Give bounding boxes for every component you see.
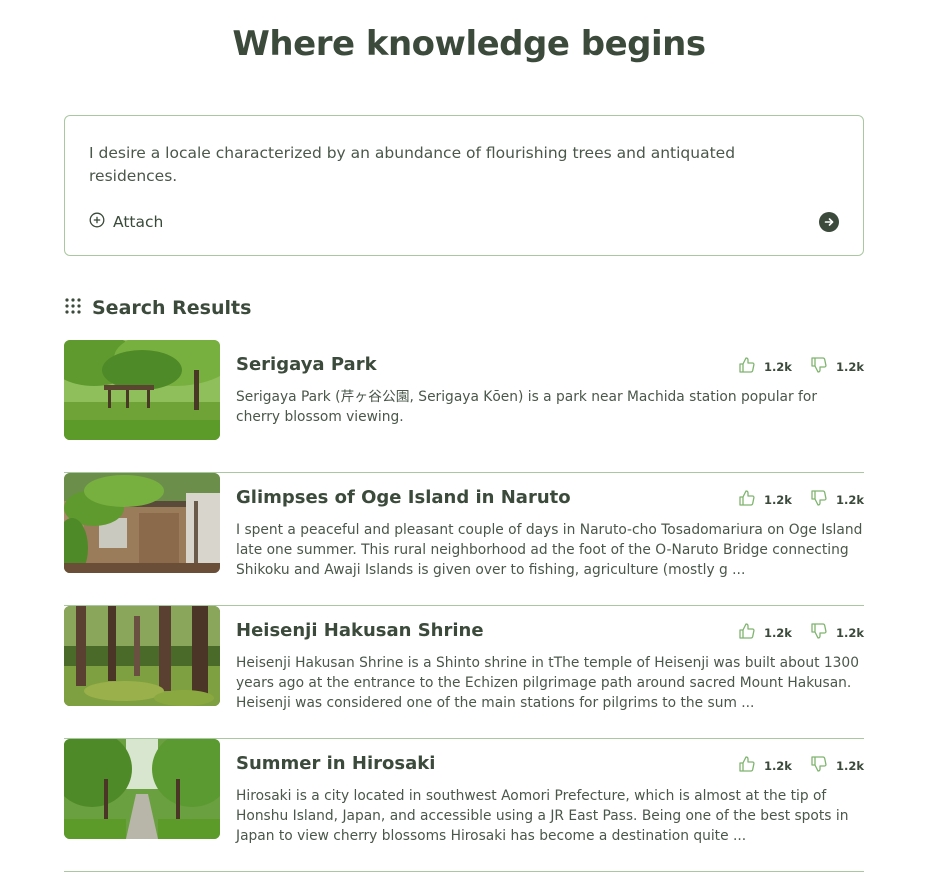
like-button[interactable]: 1.2k [738,356,792,378]
thumbs-up-icon [738,755,756,777]
result-title[interactable]: Glimpses of Oge Island in Naruto [236,487,571,508]
result-item[interactable]: Summer in Hirosaki 1.2k 1.2k Hirosaki is… [64,739,864,872]
result-title[interactable]: Heisenji Hakusan Shrine [236,620,484,641]
send-button[interactable] [819,212,839,232]
attach-button[interactable]: Attach [89,212,163,232]
like-count: 1.2k [763,360,792,374]
vote-group: 1.2k 1.2k [720,622,864,644]
result-title[interactable]: Summer in Hirosaki [236,753,435,774]
thumbs-down-icon [810,356,828,378]
result-item[interactable]: Heisenji Hakusan Shrine 1.2k 1.2k Heisen… [64,606,864,739]
result-thumbnail-shrine-forest[interactable] [64,606,220,706]
dislike-count: 1.2k [835,759,864,773]
search-results-title: Search Results [92,297,252,319]
thumbs-down-icon [810,755,828,777]
grid-dots-icon [64,297,82,319]
vote-group: 1.2k 1.2k [720,489,864,511]
result-snippet: I spent a peaceful and pleasant couple o… [236,522,863,578]
result-item[interactable]: Serigaya Park 1.2k 1.2k Serigaya Park (芹… [64,340,864,473]
result-thumbnail-tree-lined-road[interactable] [64,739,220,839]
dislike-button[interactable]: 1.2k [810,356,864,378]
dislike-count: 1.2k [835,626,864,640]
like-count: 1.2k [763,493,792,507]
dislike-count: 1.2k [835,360,864,374]
thumbs-up-icon [738,489,756,511]
vote-group: 1.2k 1.2k [720,356,864,378]
thumbs-up-icon [738,356,756,378]
search-box[interactable]: I desire a locale characterized by an ab… [64,115,864,256]
dislike-count: 1.2k [835,493,864,507]
dislike-button[interactable]: 1.2k [810,489,864,511]
like-button[interactable]: 1.2k [738,755,792,777]
result-snippet: Hirosaki is a city located in southwest … [236,788,849,844]
like-count: 1.2k [763,626,792,640]
attach-label: Attach [113,213,164,231]
page-title: Where knowledge begins [232,24,706,64]
like-button[interactable]: 1.2k [738,489,792,511]
result-thumbnail-house[interactable] [64,473,220,573]
thumbs-up-icon [738,622,756,644]
thumbs-down-icon [810,489,828,511]
result-snippet: Heisenji Hakusan Shrine is a Shinto shri… [236,655,859,711]
result-item[interactable]: Glimpses of Oge Island in Naruto 1.2k 1.… [64,473,864,606]
plus-circle-icon [89,212,105,232]
thumbs-down-icon [810,622,828,644]
result-title[interactable]: Serigaya Park [236,354,377,375]
result-snippet: Serigaya Park (芹ヶ谷公園, Serigaya Kōen) is … [236,389,818,425]
search-results-header: Search Results [64,297,251,319]
like-count: 1.2k [763,759,792,773]
arrow-right-icon [823,213,835,232]
vote-group: 1.2k 1.2k [720,755,864,777]
like-button[interactable]: 1.2k [738,622,792,644]
search-query-text[interactable]: I desire a locale characterized by an ab… [89,142,809,188]
result-thumbnail-park[interactable] [64,340,220,440]
dislike-button[interactable]: 1.2k [810,755,864,777]
dislike-button[interactable]: 1.2k [810,622,864,644]
